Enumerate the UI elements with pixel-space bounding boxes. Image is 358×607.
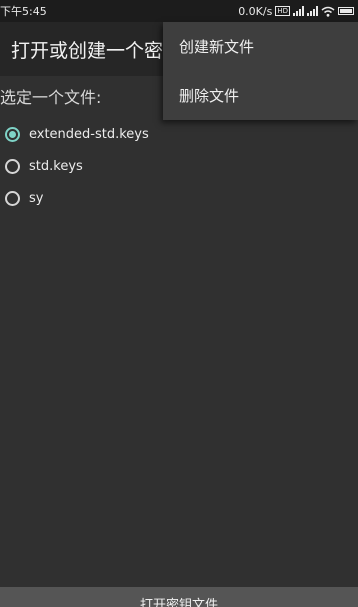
radio-unchecked-icon[interactable] bbox=[5, 158, 20, 174]
file-option-label: std.keys bbox=[29, 158, 83, 174]
net-speed: 0.0K/s bbox=[238, 4, 273, 18]
open-key-file-button[interactable]: 打开密钥文件 bbox=[0, 587, 358, 607]
file-option-std-keys[interactable]: std.keys bbox=[5, 150, 149, 182]
radio-checked-icon[interactable] bbox=[5, 126, 20, 142]
open-key-file-button-label: 打开密钥文件 bbox=[139, 598, 218, 607]
overflow-menu: 创建新文件 删除文件 bbox=[163, 22, 358, 120]
file-option-label: sy bbox=[29, 190, 44, 206]
status-bar: 下午5:45 0.0K/s HD bbox=[0, 0, 358, 22]
menu-item-create-file[interactable]: 创建新文件 bbox=[163, 22, 358, 71]
hd-icon: HD bbox=[275, 6, 290, 16]
file-options-list: extended-std.keys std.keys sy bbox=[5, 118, 149, 214]
file-picker-prompt: 选定一个文件: bbox=[0, 88, 102, 107]
signal-icon bbox=[307, 6, 318, 16]
file-option-label: extended-std.keys bbox=[29, 126, 149, 142]
file-option-extended-std-keys[interactable]: extended-std.keys bbox=[5, 118, 149, 150]
status-time: 下午5:45 bbox=[0, 5, 47, 18]
status-icons: 0.0K/s HD bbox=[238, 5, 354, 18]
file-option-sy[interactable]: sy bbox=[5, 182, 149, 214]
signal-icon bbox=[293, 6, 304, 16]
menu-item-delete-file[interactable]: 删除文件 bbox=[163, 71, 358, 120]
wifi-icon bbox=[321, 6, 335, 17]
radio-unchecked-icon[interactable] bbox=[5, 190, 20, 206]
battery-icon bbox=[338, 7, 354, 15]
